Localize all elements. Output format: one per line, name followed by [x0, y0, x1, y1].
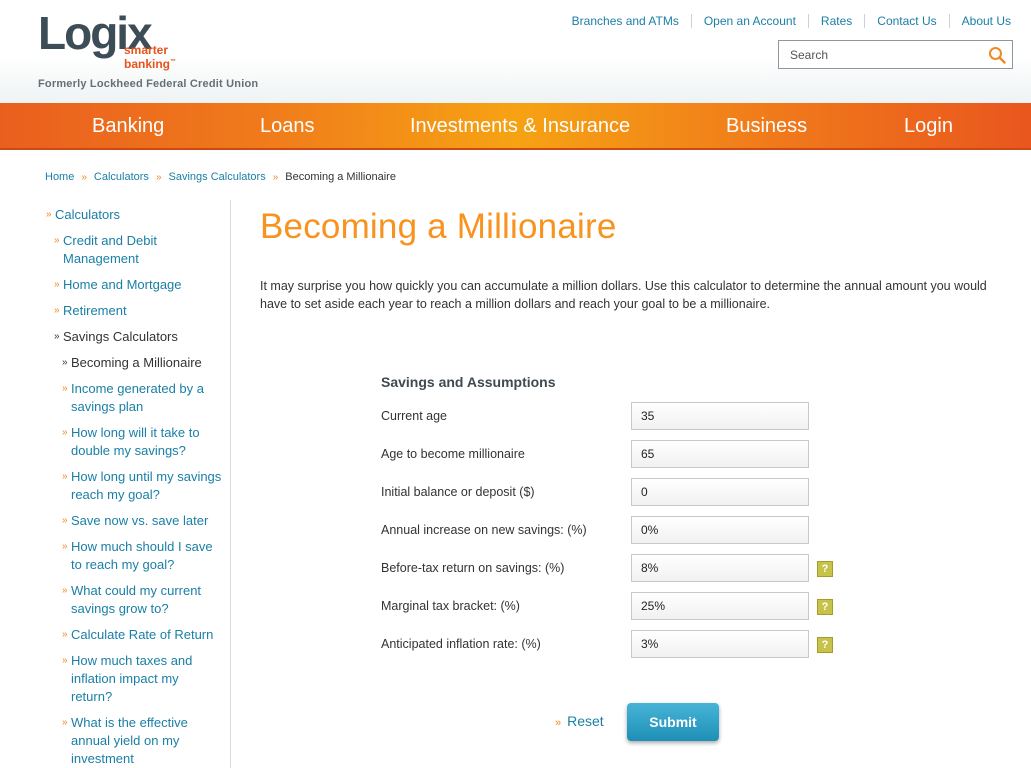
sidebar-item-save-now-later[interactable]: » Save now vs. save later: [62, 512, 208, 530]
page-title: Becoming a Millionaire: [260, 207, 617, 246]
sidebar-item-taxes-inflation[interactable]: » How much taxes and inflation impact my …: [62, 652, 192, 706]
label-initial-balance: Initial balance or deposit ($): [381, 485, 535, 499]
sidebar-item-savings-goal[interactable]: » How long until my savings reach my goal…: [62, 468, 221, 504]
label-millionaire-age: Age to become millionaire: [381, 447, 525, 461]
initial-balance-input[interactable]: [631, 478, 809, 506]
nav-login[interactable]: Login: [904, 115, 953, 137]
sidebar-item-income-savings-plan[interactable]: » Income generated by a savings plan: [62, 380, 204, 416]
breadcrumb: Home » Calculators » Savings Calculators…: [45, 171, 396, 183]
sidebar-item-becoming-millionaire[interactable]: » Becoming a Millionaire: [62, 354, 202, 372]
breadcrumb-separator-icon: »: [155, 171, 162, 183]
nav-banking[interactable]: Banking: [92, 115, 164, 137]
site-header: Logix smarter banking™ Formerly Lockheed…: [0, 0, 1031, 103]
reset-link[interactable]: » Reset: [555, 713, 604, 729]
nav-investments-insurance[interactable]: Investments & Insurance: [410, 115, 630, 137]
sidebar-item-savings-calculators[interactable]: » Savings Calculators: [54, 328, 178, 346]
chevron-right-icon: »: [54, 305, 60, 316]
label-annual-increase: Annual increase on new savings: (%): [381, 523, 587, 537]
help-icon[interactable]: ?: [817, 561, 833, 577]
chevron-right-icon: »: [62, 515, 68, 526]
sidebar-item-home-mortgage[interactable]: » Home and Mortgage: [54, 276, 182, 294]
chevron-right-icon: »: [62, 629, 68, 640]
chevron-right-icon: »: [62, 541, 68, 552]
current-age-input[interactable]: [631, 402, 809, 430]
formerly-note: Formerly Lockheed Federal Credit Union: [38, 78, 259, 90]
chevron-right-icon: »: [54, 279, 60, 290]
chevron-right-icon: »: [54, 331, 60, 342]
sidebar-item-credit-debit[interactable]: » Credit and Debit Management: [54, 232, 157, 268]
form-section-title: Savings and Assumptions: [381, 374, 556, 390]
chevron-right-icon: »: [54, 235, 60, 246]
link-contact-us[interactable]: Contact Us: [864, 14, 948, 28]
sidebar-item-how-much-save[interactable]: » How much should I save to reach my goal…: [62, 538, 213, 574]
chevron-right-icon: »: [62, 585, 68, 596]
label-before-tax-return: Before-tax return on savings: (%): [381, 561, 565, 575]
tax-bracket-input[interactable]: [631, 592, 809, 620]
utility-links: Branches and ATMs Open an Account Rates …: [560, 14, 1011, 28]
nav-business[interactable]: Business: [726, 115, 807, 137]
breadcrumb-calculators[interactable]: Calculators: [94, 171, 149, 183]
submit-button[interactable]: Submit: [627, 703, 719, 741]
inflation-rate-input[interactable]: [631, 630, 809, 658]
chevron-right-icon: »: [62, 655, 68, 666]
logo-tagline: smarter banking™: [124, 43, 177, 71]
label-tax-bracket: Marginal tax bracket: (%): [381, 599, 520, 613]
nav-loans[interactable]: Loans: [260, 115, 315, 137]
link-branches-atms[interactable]: Branches and ATMs: [560, 14, 691, 28]
before-tax-return-input[interactable]: [631, 554, 809, 582]
search-icon[interactable]: [988, 46, 1006, 64]
breadcrumb-current: Becoming a Millionaire: [285, 171, 396, 183]
millionaire-age-input[interactable]: [631, 440, 809, 468]
help-icon[interactable]: ?: [817, 599, 833, 615]
search-box: [778, 40, 1013, 69]
breadcrumb-savings-calculators[interactable]: Savings Calculators: [169, 171, 266, 183]
sidebar-item-retirement[interactable]: » Retirement: [54, 302, 127, 320]
main-nav: Banking Loans Investments & Insurance Bu…: [0, 103, 1031, 150]
chevron-right-icon: »: [62, 383, 68, 394]
chevron-right-icon: »: [62, 357, 68, 368]
annual-increase-input[interactable]: [631, 516, 809, 544]
label-inflation-rate: Anticipated inflation rate: (%): [381, 637, 541, 651]
sidebar-item-effective-yield[interactable]: » What is the effective annual yield on m…: [62, 714, 188, 768]
link-about-us[interactable]: About Us: [948, 14, 1011, 28]
chevron-right-icon: »: [46, 209, 52, 220]
breadcrumb-separator-icon: »: [81, 171, 87, 183]
help-icon[interactable]: ?: [817, 637, 833, 653]
sidebar-item-savings-grow[interactable]: » What could my current savings grow to?: [62, 582, 201, 618]
chevron-right-icon: »: [555, 717, 562, 729]
link-rates[interactable]: Rates: [807, 14, 864, 28]
link-open-account[interactable]: Open an Account: [690, 14, 808, 28]
chevron-right-icon: »: [62, 427, 68, 438]
breadcrumb-separator-icon: »: [272, 171, 279, 183]
sidebar-item-rate-of-return[interactable]: » Calculate Rate of Return: [62, 626, 213, 644]
label-current-age: Current age: [381, 409, 448, 423]
sidebar-item-calculators[interactable]: » Calculators: [46, 206, 120, 224]
sidebar-item-double-savings[interactable]: » How long will it take to double my savi…: [62, 424, 200, 460]
chevron-right-icon: »: [62, 471, 68, 482]
intro-text: It may surprise you how quickly you can …: [260, 279, 987, 311]
breadcrumb-home[interactable]: Home: [45, 171, 74, 183]
search-input[interactable]: [779, 41, 979, 68]
chevron-right-icon: »: [62, 717, 68, 728]
